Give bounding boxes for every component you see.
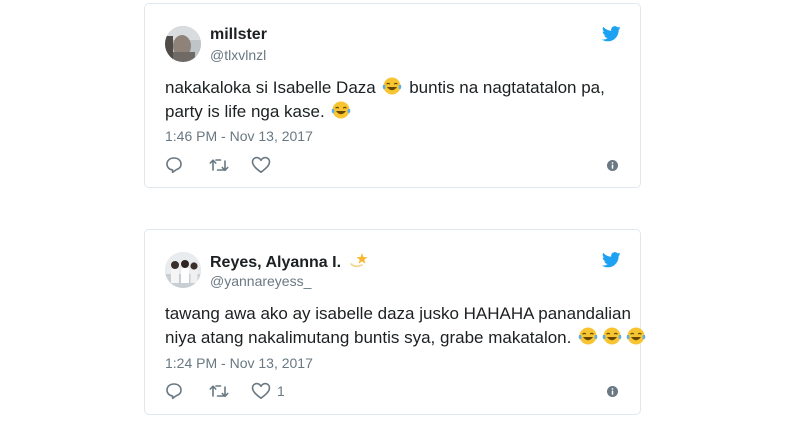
tweet-timestamp[interactable]: 1:24 PM - Nov 13, 2017 [165,354,313,372]
tweet-text-part: buntis na nagtatatalon pa, [409,78,605,97]
tweet-text-part: party is life nga kase. [165,102,325,121]
tweet-text-part: niya atang nakalimutang buntis sya, grab… [165,328,572,347]
like-button[interactable]: 1 [251,381,285,401]
twitter-bird-icon[interactable] [602,26,621,42]
tweet-timestamp[interactable]: 1:46 PM - Nov 13, 2017 [165,127,313,145]
retweet-button[interactable] [209,155,229,175]
tweet-text-part: tawang awa ako ay isabelle daza jusko HA… [165,304,631,323]
like-button[interactable] [251,155,277,175]
tweet-text: nakakaloka si Isabelle Daza buntis na na… [165,76,605,124]
display-name-text: Reyes, Alyanna I. [210,254,342,271]
retweet-button[interactable] [209,381,229,401]
retweet-icon [209,385,229,398]
tears-of-joy-emoji-icon [626,327,646,345]
tweet-card: millster @tlxvlnzl nakakaloka si Isabell… [144,3,641,188]
info-icon[interactable] [607,386,618,397]
reply-button[interactable] [165,381,183,401]
retweet-icon [209,159,229,172]
display-name[interactable]: Reyes, Alyanna I. [210,251,369,273]
like-heart-icon [251,382,271,399]
reply-icon [166,383,182,400]
twitter-bird-icon[interactable] [602,252,621,268]
avatar[interactable] [165,252,201,288]
reply-icon [166,157,182,174]
avatar[interactable] [165,26,201,62]
tweet-text-part: nakakaloka si Isabelle Daza [165,78,376,97]
like-heart-icon [251,156,271,173]
info-icon[interactable] [607,160,618,171]
tweet-text: tawang awa ako ay isabelle daza jusko HA… [165,302,646,350]
reply-button[interactable] [165,155,183,175]
tweet-card: Reyes, Alyanna I. @yannareyess_ tawang a… [144,229,646,415]
dizzy-star-icon [350,253,368,268]
tears-of-joy-emoji-icon [602,327,622,345]
user-handle[interactable]: @tlxvlnzl [210,46,266,64]
tears-of-joy-emoji-icon [383,77,402,95]
tears-of-joy-emoji-icon [332,101,351,119]
display-name[interactable]: millster [210,25,267,45]
user-handle[interactable]: @yannareyess_ [210,272,311,290]
like-count: 1 [277,383,285,399]
tears-of-joy-emoji-icon [578,327,598,345]
